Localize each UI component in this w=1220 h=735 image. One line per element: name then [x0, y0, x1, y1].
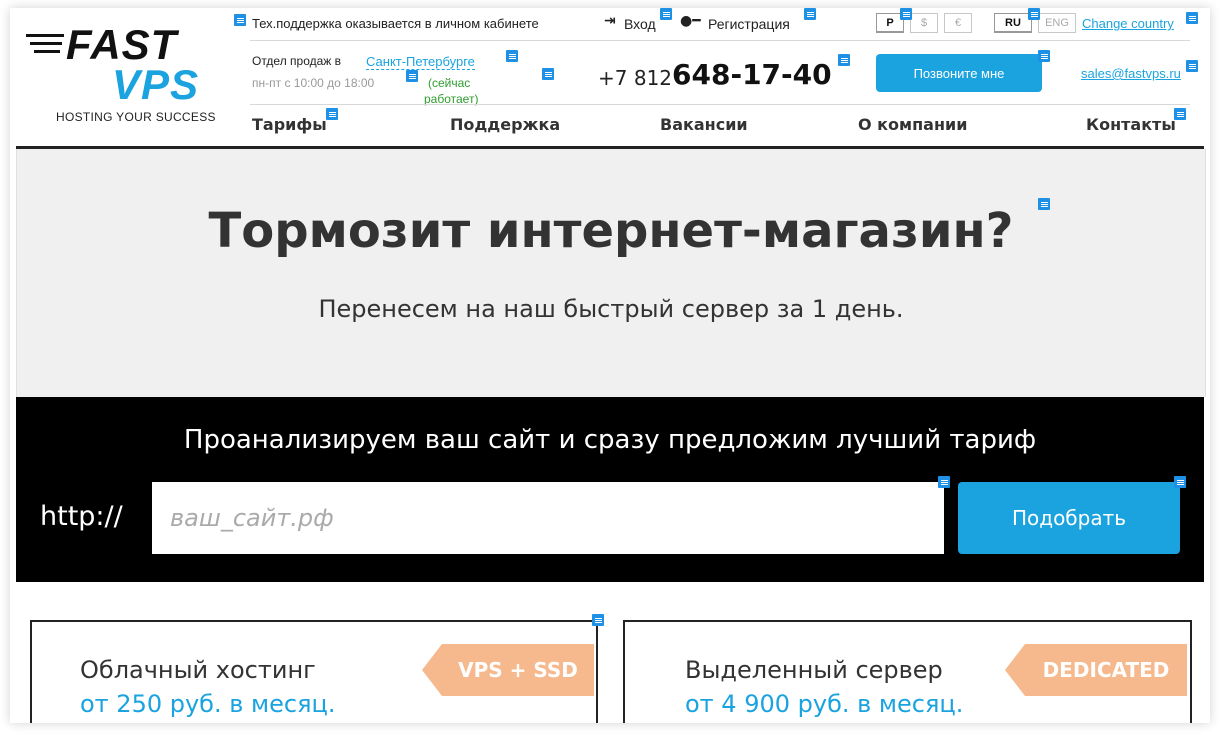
note-marker-icon[interactable] — [900, 8, 912, 20]
divider — [250, 40, 1190, 41]
note-marker-icon[interactable] — [660, 8, 672, 20]
note-marker-icon[interactable] — [838, 54, 850, 66]
note-marker-icon[interactable] — [1186, 12, 1198, 24]
nav-item-support[interactable]: Поддержка — [450, 115, 560, 134]
note-marker-icon[interactable] — [406, 70, 418, 82]
note-marker-icon[interactable] — [592, 614, 604, 626]
note-marker-icon[interactable] — [1028, 8, 1040, 20]
note-marker-icon[interactable] — [1174, 476, 1186, 488]
card-badge: DEDICATED — [1005, 644, 1187, 696]
currency-usd[interactable]: $ — [910, 13, 938, 33]
page: FAST VPS HOSTING YOUR SUCCESS Тех.поддер… — [10, 8, 1210, 723]
card-badge: VPS + SSD — [422, 644, 594, 696]
analyze-heading: Проанализируем ваш сайт и сразу предложи… — [183, 425, 1037, 455]
speed-line — [30, 42, 62, 45]
office-hours: пн-пт с 10:00 до 18:00 — [252, 76, 375, 90]
login-icon: ⇥ — [604, 13, 616, 29]
url-prefix: http:// — [40, 501, 123, 532]
note-marker-icon[interactable] — [326, 108, 338, 120]
logo-tagline: HOSTING YOUR SUCCESS — [56, 110, 216, 124]
change-country-link[interactable]: Change country — [1082, 16, 1174, 31]
note-marker-icon[interactable] — [1038, 50, 1050, 62]
note-marker-icon[interactable] — [1186, 60, 1198, 72]
dedicated-server-card[interactable]: Выделенный сервер от 4 900 руб. в месяц.… — [623, 620, 1192, 723]
nav-item-tariffs[interactable]: Тарифы — [252, 115, 327, 134]
hero-title: Тормозит интернет-магазин? — [208, 203, 1014, 259]
hero-subtitle: Перенесем на наш быстрый сервер за 1 ден… — [318, 295, 904, 323]
speed-line — [34, 50, 60, 53]
logo-word-vps: VPS — [112, 61, 200, 108]
support-note: Тех.поддержка оказывается в личном кабин… — [252, 16, 539, 31]
city-link[interactable]: Санкт-Петербурге — [366, 54, 475, 70]
site-url-input[interactable] — [152, 482, 944, 554]
nav-item-about[interactable]: О компании — [858, 115, 967, 134]
speed-line — [26, 34, 64, 37]
nav-item-contacts[interactable]: Контакты — [1086, 115, 1176, 134]
register-link[interactable]: Регистрация — [708, 16, 790, 32]
site-analyze-section: Проанализируем ваш сайт и сразу предложи… — [16, 397, 1204, 582]
login-link[interactable]: Вход — [624, 16, 656, 32]
nav-item-jobs[interactable]: Вакансии — [660, 115, 748, 134]
language-ru[interactable]: RU — [994, 13, 1032, 33]
language-eng[interactable]: ENG — [1038, 13, 1076, 33]
fastvps-logo[interactable]: FAST VPS HOSTING YOUR SUCCESS — [26, 22, 236, 132]
note-marker-icon[interactable] — [804, 8, 816, 20]
note-marker-icon[interactable] — [1174, 108, 1186, 120]
phone-number[interactable]: 648-17-40 — [672, 58, 832, 91]
note-marker-icon[interactable] — [506, 50, 518, 62]
card-title: Выделенный сервер — [685, 656, 943, 684]
pick-tariff-button[interactable]: Подобрать — [958, 482, 1180, 554]
cloud-hosting-card[interactable]: Облачный хостинг от 250 руб. в месяц. VP… — [30, 620, 598, 723]
divider — [250, 104, 1190, 105]
sales-email-link[interactable]: sales@fastvps.ru — [1081, 66, 1181, 81]
hero-banner: Тормозит интернет-магазин? Перенесем на … — [16, 149, 1206, 397]
card-title: Облачный хостинг — [80, 656, 316, 684]
sales-prefix: Отдел продаж в — [252, 54, 342, 68]
phone-prefix: +7 812 — [598, 66, 673, 90]
note-marker-icon[interactable] — [234, 14, 246, 26]
key-icon: ●━ — [680, 13, 701, 29]
card-price: от 250 руб. в месяц. — [80, 690, 336, 718]
note-marker-icon[interactable] — [542, 68, 554, 80]
note-marker-icon[interactable] — [938, 476, 950, 488]
currency-eur[interactable]: € — [944, 13, 972, 33]
note-marker-icon[interactable] — [1038, 198, 1050, 210]
call-me-button[interactable]: Позвоните мне — [876, 54, 1042, 92]
card-price: от 4 900 руб. в месяц. — [685, 690, 964, 718]
status-open: (сейчас — [428, 76, 471, 90]
